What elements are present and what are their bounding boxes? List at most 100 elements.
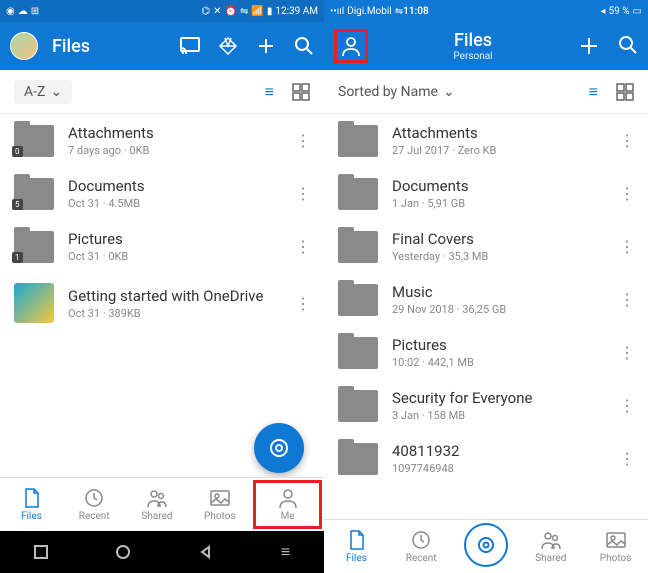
more-icon[interactable]: ⋮ bbox=[619, 343, 634, 362]
item-meta: Oct 31 · 389KB bbox=[68, 307, 281, 320]
android-header: Files bbox=[0, 22, 324, 70]
tab-label: Recent bbox=[406, 553, 437, 564]
item-meta: 1097746948 bbox=[392, 462, 605, 475]
folder-icon bbox=[338, 443, 378, 475]
more-icon[interactable]: ⋮ bbox=[619, 290, 634, 309]
profile-button[interactable] bbox=[334, 29, 368, 63]
tab-camera[interactable] bbox=[454, 520, 519, 573]
folder-icon bbox=[338, 284, 378, 316]
list-item[interactable]: Music29 Nov 2018 · 36,25 GB⋮ bbox=[324, 273, 648, 326]
page-title: Files bbox=[453, 30, 492, 51]
tab-files[interactable]: Files bbox=[324, 520, 389, 573]
nav-back[interactable] bbox=[199, 545, 213, 559]
mute-icon: ✕ bbox=[213, 6, 221, 17]
user-avatar[interactable] bbox=[10, 32, 38, 60]
list-item[interactable]: 0Attachments7 days ago · 0KB⋮ bbox=[0, 114, 324, 167]
battery-icon: ▮ bbox=[267, 6, 273, 17]
list-view-icon[interactable]: ≡ bbox=[589, 82, 598, 102]
item-meta: Yesterday · 35,3 MB bbox=[392, 250, 605, 263]
folder-icon: 1 bbox=[14, 231, 54, 263]
sort-bar: Sorted by Name ⌄ ≡ bbox=[324, 70, 648, 114]
camera-button[interactable] bbox=[464, 523, 508, 567]
page-title: Files bbox=[52, 36, 90, 57]
more-icon[interactable]: ⋮ bbox=[295, 237, 310, 256]
notification-icon: ⊞ bbox=[31, 6, 39, 17]
add-icon[interactable] bbox=[578, 35, 600, 57]
camera-fab[interactable] bbox=[254, 423, 304, 473]
tab-shared[interactable]: Shared bbox=[518, 520, 583, 573]
item-meta: 3 Jan · 158 MB bbox=[392, 409, 605, 422]
list-item[interactable]: Attachments27 Jul 2017 · Zero KB⋮ bbox=[324, 114, 648, 167]
more-icon[interactable]: ⋮ bbox=[619, 184, 634, 203]
wifi-icon: ⇋ bbox=[395, 6, 403, 17]
tab-icon bbox=[209, 487, 231, 509]
tab-recent[interactable]: Recent bbox=[389, 520, 454, 573]
search-icon[interactable] bbox=[294, 36, 314, 56]
more-icon[interactable]: ⋮ bbox=[295, 131, 310, 150]
tab-recent[interactable]: Recent bbox=[63, 478, 126, 531]
item-name: Attachments bbox=[68, 124, 281, 142]
list-item[interactable]: 1PicturesOct 31 · 0KB⋮ bbox=[0, 220, 324, 273]
item-name: Music bbox=[392, 283, 605, 301]
tab-label: Photos bbox=[204, 511, 236, 522]
search-icon[interactable] bbox=[618, 35, 638, 57]
wifi-icon: ⇋ bbox=[240, 6, 248, 17]
item-name: Pictures bbox=[68, 230, 281, 248]
item-name: Security for Everyone bbox=[392, 389, 605, 407]
tab-icon bbox=[410, 529, 432, 551]
premium-icon[interactable] bbox=[218, 37, 238, 55]
list-item[interactable]: Getting started with OneDriveOct 31 · 38… bbox=[0, 273, 324, 333]
list-item[interactable]: Security for Everyone 3 Jan · 158 MB ⋮ bbox=[324, 379, 648, 432]
more-icon[interactable]: ⋮ bbox=[295, 294, 310, 313]
notification-icon: ◉ bbox=[6, 6, 15, 17]
tab-photos[interactable]: Photos bbox=[583, 520, 648, 573]
more-icon[interactable]: ⋮ bbox=[619, 396, 634, 415]
sort-button[interactable]: A-Z ⌄ bbox=[14, 80, 72, 104]
item-meta: 7 days ago · 0KB bbox=[68, 144, 281, 157]
tab-icon bbox=[83, 487, 105, 509]
ios-status-bar: ••ııl Digi.Mobil ⇋ 11:08 ◂ 59 % ▭ bbox=[324, 0, 648, 22]
tab-files[interactable]: Files bbox=[0, 478, 63, 531]
more-icon[interactable]: ⋮ bbox=[295, 184, 310, 203]
ios-header: Files Personal bbox=[324, 22, 648, 70]
file-list: 0Attachments7 days ago · 0KB⋮5DocumentsO… bbox=[0, 114, 324, 333]
tab-photos[interactable]: Photos bbox=[188, 478, 251, 531]
item-name: Pictures bbox=[392, 336, 605, 354]
grid-view-icon[interactable] bbox=[616, 83, 634, 101]
tab-icon bbox=[277, 487, 299, 509]
folder-icon bbox=[338, 125, 378, 157]
list-view-icon[interactable]: ≡ bbox=[265, 82, 274, 102]
alarm-icon: ⏰ bbox=[225, 6, 237, 17]
item-name: 40811932 bbox=[392, 442, 605, 460]
list-item[interactable]: 40811932 1097746948 ⋮ bbox=[324, 432, 648, 485]
list-item[interactable]: 5DocumentsOct 31 · 4.5MB⋮ bbox=[0, 167, 324, 220]
tab-me[interactable]: Me bbox=[253, 480, 322, 529]
item-name: Final Covers bbox=[392, 230, 605, 248]
tab-label: Shared bbox=[535, 553, 566, 564]
tab-icon bbox=[146, 487, 168, 509]
chevron-down-icon: ⌄ bbox=[50, 84, 62, 100]
sort-button[interactable]: Sorted by Name ⌄ bbox=[338, 84, 455, 100]
android-tabbar: Files Recent Shared Photos Me bbox=[0, 477, 324, 531]
nav-recent[interactable] bbox=[34, 545, 48, 559]
ios-tabbar: Files Recent Shared Photos bbox=[324, 519, 648, 573]
more-icon[interactable]: ⋮ bbox=[619, 131, 634, 150]
more-icon[interactable]: ⋮ bbox=[619, 449, 634, 468]
list-item[interactable]: Documents1 Jan · 5,91 GB⋮ bbox=[324, 167, 648, 220]
cast-icon[interactable] bbox=[180, 37, 200, 55]
list-item[interactable]: Final Covers Yesterday · 35,3 MB ⋮ bbox=[324, 220, 648, 273]
nav-menu[interactable]: ≡ bbox=[281, 542, 290, 562]
battery-percent: 59 % bbox=[609, 6, 630, 17]
grid-view-icon[interactable] bbox=[292, 83, 310, 101]
notification-icon: ☁ bbox=[18, 6, 28, 17]
tab-icon bbox=[20, 487, 42, 509]
tab-label: Recent bbox=[79, 511, 110, 522]
more-icon[interactable]: ⋮ bbox=[619, 237, 634, 256]
nav-home[interactable] bbox=[115, 544, 131, 560]
folder-icon: 5 bbox=[14, 178, 54, 210]
list-item[interactable]: Pictures10:02 · 442,1 MB⋮ bbox=[324, 326, 648, 379]
item-name: Documents bbox=[68, 177, 281, 195]
carrier-name: Digi.Mobil bbox=[347, 6, 392, 17]
add-icon[interactable] bbox=[256, 36, 276, 56]
tab-shared[interactable]: Shared bbox=[126, 478, 189, 531]
